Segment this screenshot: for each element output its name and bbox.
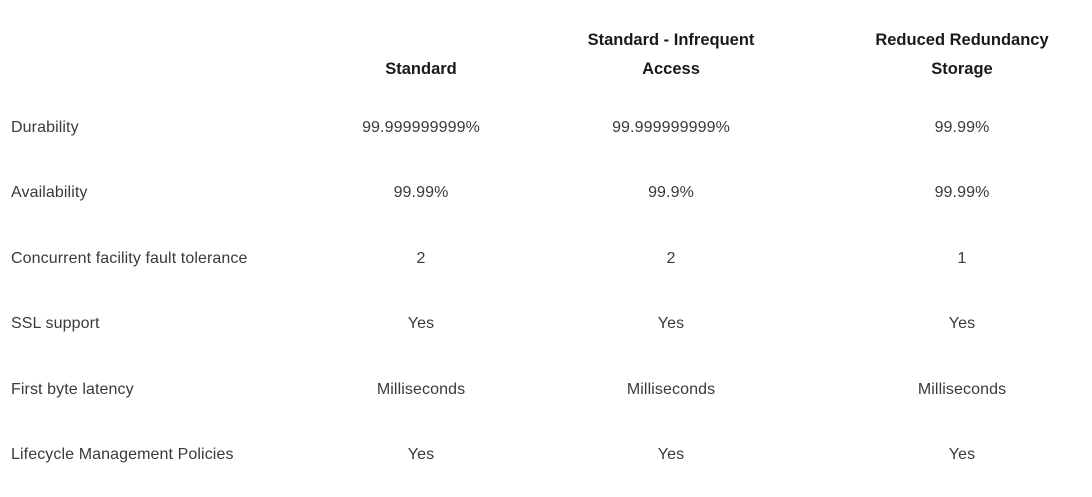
table-row: First byte latency Milliseconds Millisecon… [0, 357, 1092, 423]
cell-reduced-redundancy: 99.99% [832, 161, 1092, 227]
cell-standard-infrequent-access-value: Milliseconds [626, 380, 716, 398]
cell-standard-value: Yes [407, 315, 435, 333]
header-row: Standard Standard - Infrequent Access Re… [0, 18, 1092, 84]
row-label: First byte latency [11, 380, 134, 398]
cell-standard: 2 [300, 226, 570, 292]
cell-reduced-redundancy-value: 1 [957, 249, 967, 267]
table-row: Lifecycle Management Policies Yes Yes Yes [0, 423, 1092, 489]
storage-class-comparison: Standard Standard - Infrequent Access Re… [0, 0, 1092, 497]
cell-standard-infrequent-access: 99.9% [570, 161, 832, 227]
cell-standard: 99.999999999% [300, 84, 570, 161]
row-label: SSL support [11, 315, 100, 333]
cell-standard-infrequent-access: Yes [570, 423, 832, 489]
row-label: Lifecycle Management Policies [11, 446, 234, 464]
cell-reduced-redundancy-value: Yes [948, 446, 976, 464]
cell-standard-infrequent-access: Milliseconds [570, 357, 832, 423]
cell-standard-infrequent-access: 2 [570, 226, 832, 292]
cell-reduced-redundancy-value: 99.99% [934, 184, 990, 202]
table-row: SSL support Yes Yes Yes [0, 292, 1092, 358]
cell-standard-value: Milliseconds [376, 380, 466, 398]
table-row: Concurrent facility fault tolerance 2 2 1 [0, 226, 1092, 292]
cell-standard: 99.99% [300, 161, 570, 227]
cell-reduced-redundancy-value: Milliseconds [917, 380, 1007, 398]
cell-standard-infrequent-access: 99.999999999% [570, 84, 832, 161]
cell-reduced-redundancy-value: 99.99% [934, 118, 990, 136]
cell-reduced-redundancy: Yes [832, 423, 1092, 489]
row-label: Durability [11, 118, 79, 136]
cell-standard-value: 99.999999999% [362, 118, 480, 136]
row-label: Concurrent facility fault tolerance [11, 249, 248, 267]
cell-standard: Yes [300, 292, 570, 358]
cell-reduced-redundancy: 1 [832, 226, 1092, 292]
cell-standard-infrequent-access-value: 2 [666, 249, 676, 267]
cell-standard-infrequent-access: Yes [570, 292, 832, 358]
cell-standard-infrequent-access-value: Yes [657, 446, 685, 464]
cell-standard-value: Yes [407, 446, 435, 464]
comparison-table: Standard Standard - Infrequent Access Re… [0, 18, 1092, 488]
cell-reduced-redundancy: Milliseconds [832, 357, 1092, 423]
cell-standard-infrequent-access-value: Yes [657, 315, 685, 333]
row-label: Availability [11, 184, 88, 202]
cell-reduced-redundancy-value: Yes [948, 315, 976, 333]
cell-standard: Yes [300, 423, 570, 489]
table-row: Availability 99.99% 99.9% 99.99% [0, 161, 1092, 227]
cell-reduced-redundancy: Yes [832, 292, 1092, 358]
table-row: Durability 99.999999999% 99.999999999% 99.9… [0, 84, 1092, 161]
header-corner [0, 18, 300, 84]
header-standard: Standard [385, 60, 457, 78]
cell-standard-value: 2 [416, 249, 426, 267]
cell-standard: Milliseconds [300, 357, 570, 423]
cell-reduced-redundancy: 99.99% [832, 84, 1092, 161]
header-standard-infrequent-access: Standard - Infrequent Access [587, 31, 755, 78]
cell-standard-infrequent-access-value: 99.9% [648, 184, 694, 202]
header-reduced-redundancy-storage: Reduced Redundancy Storage [875, 31, 1049, 78]
cell-standard-infrequent-access-value: 99.999999999% [612, 118, 730, 136]
cell-standard-value: 99.99% [393, 184, 449, 202]
